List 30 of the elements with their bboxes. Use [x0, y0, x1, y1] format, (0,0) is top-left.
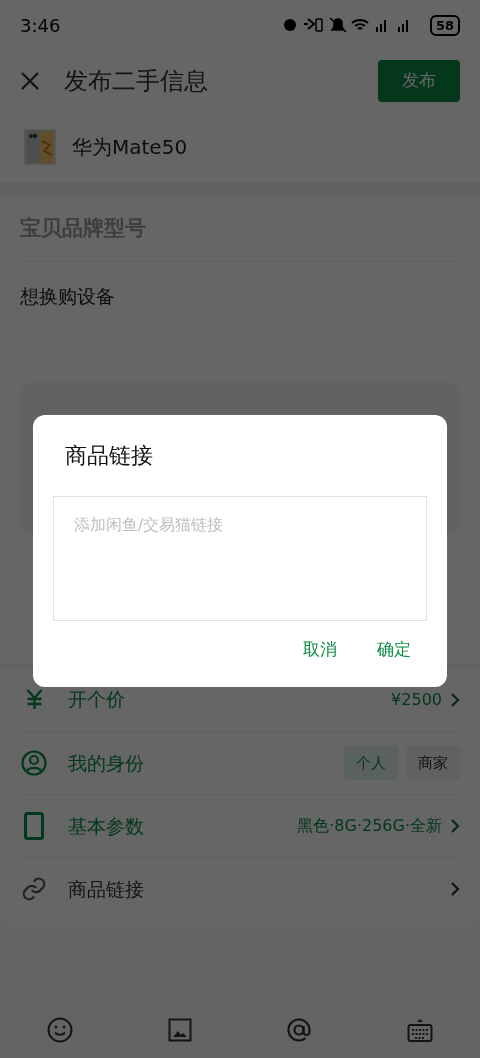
chevron-right-icon: [450, 818, 460, 834]
option-label[interactable]: 基本参数: [68, 811, 144, 841]
option-label[interactable]: 开个价: [68, 685, 125, 714]
link-icon: [21, 876, 47, 902]
image-icon[interactable]: [167, 1018, 192, 1042]
option-value: 黑色·8G·256G·全新: [297, 815, 442, 837]
mention-icon[interactable]: [286, 1017, 313, 1043]
option-label[interactable]: 我的身份: [68, 748, 144, 778]
dialog-action[interactable]: 取消: [299, 633, 341, 667]
identity-option[interactable]: 个人: [344, 745, 398, 781]
yuan-icon: [25, 689, 43, 710]
user-circle-icon: [21, 750, 47, 776]
dialog-action[interactable]: 确定: [373, 633, 415, 667]
option-label[interactable]: 商品链接: [68, 874, 144, 904]
close-icon[interactable]: [20, 71, 40, 91]
page-title: 发布二手信息: [64, 66, 208, 97]
publish-button[interactable]: 发布: [378, 60, 460, 102]
product-name: 华为Mate50: [72, 134, 188, 161]
phone-icon: [24, 812, 44, 840]
identity-option[interactable]: 商家: [406, 745, 460, 781]
dialog-title: 商品链接: [64, 442, 154, 470]
status-time: 3:46: [20, 13, 61, 38]
battery-indicator: 58: [429, 14, 460, 36]
keyboard-icon[interactable]: [406, 1017, 433, 1043]
description-text[interactable]: 想换购设备: [20, 285, 115, 307]
link-field[interactable]: 添加闲鱼/交易猫链接: [53, 496, 427, 621]
option-value: ¥2500: [391, 688, 442, 711]
chevron-right-icon: [450, 881, 460, 897]
chevron-right-icon: [450, 691, 460, 708]
emoji-icon[interactable]: [47, 1017, 74, 1043]
